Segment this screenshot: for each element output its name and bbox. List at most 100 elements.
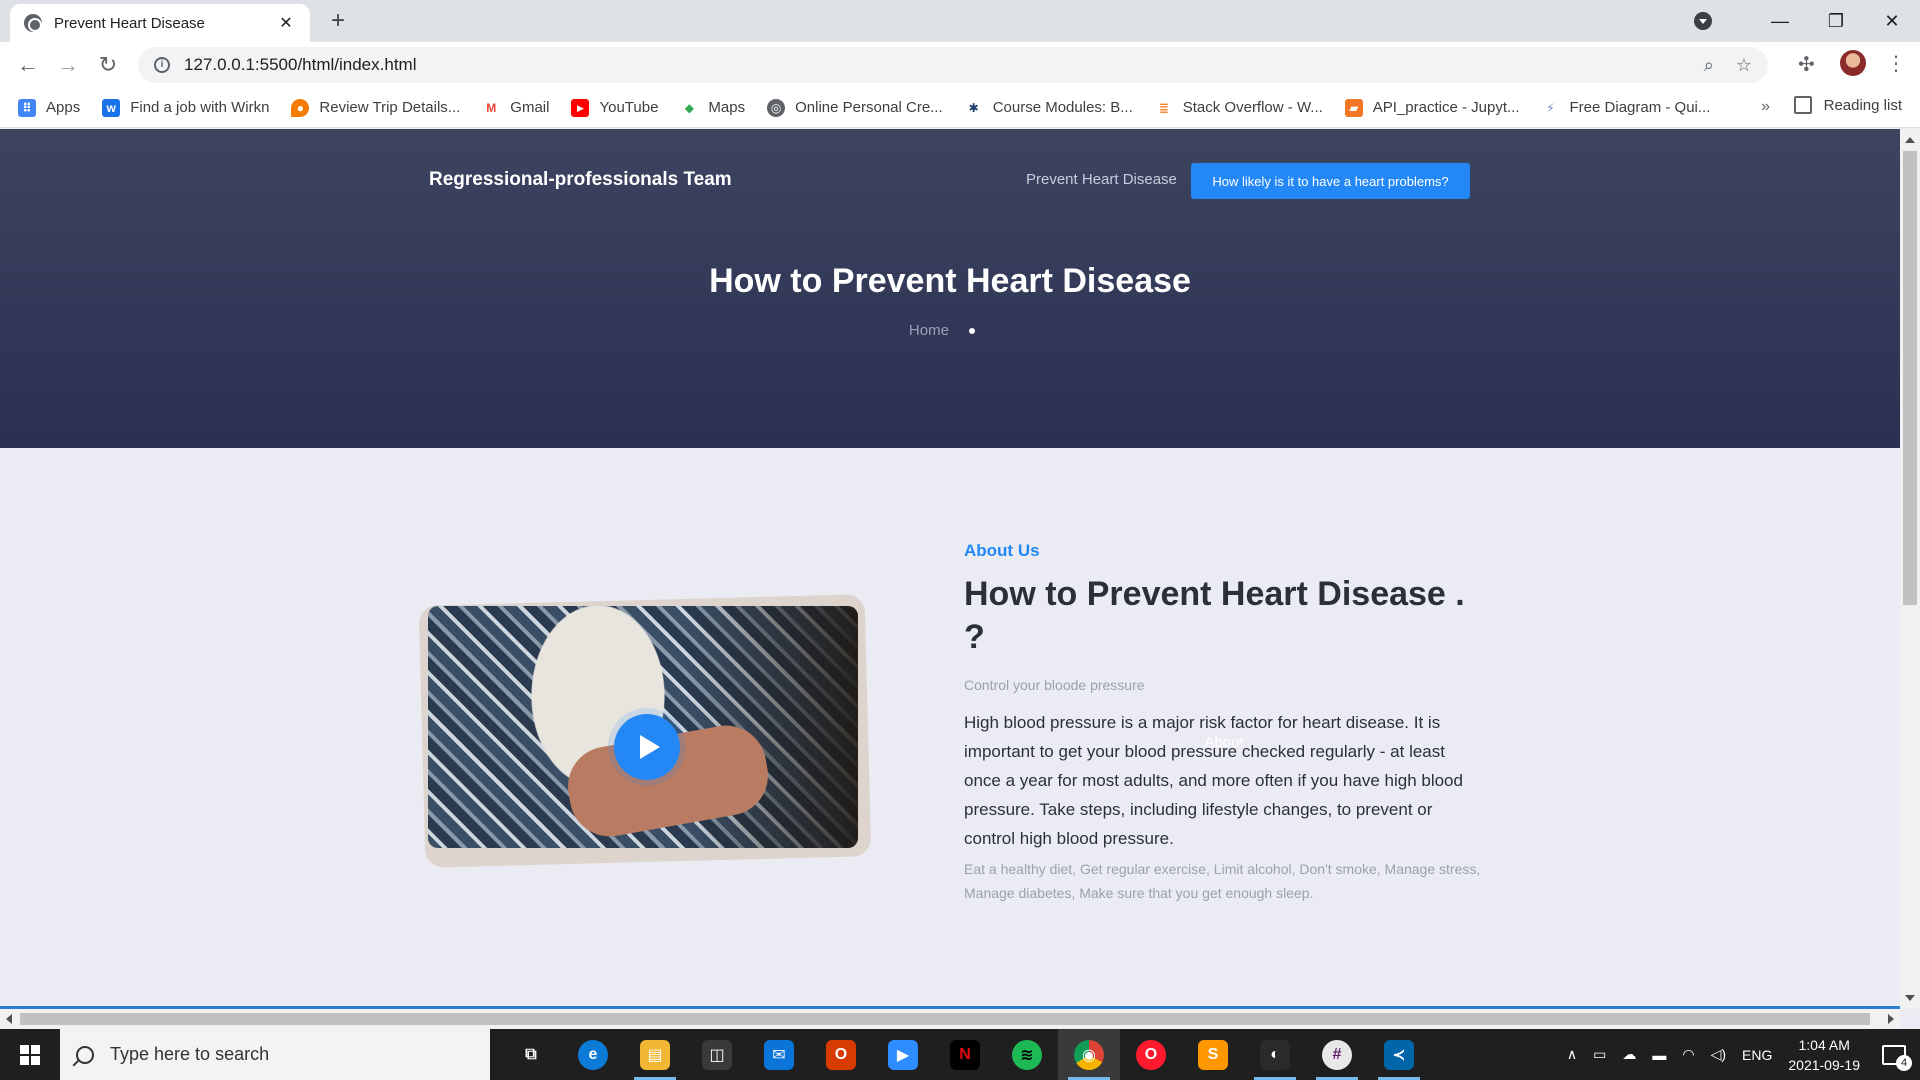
bookmark-item[interactable]: ◆ Maps bbox=[680, 98, 745, 117]
vertical-scrollbar[interactable] bbox=[1900, 129, 1920, 1009]
browser-tab[interactable]: Prevent Heart Disease ✕ bbox=[10, 4, 310, 42]
zoom-app[interactable]: ▶ bbox=[872, 1029, 934, 1080]
browser-tab-strip: Prevent Heart Disease ✕ + — ❐ ✕ bbox=[0, 0, 1920, 42]
windows-logo-icon bbox=[20, 1044, 40, 1065]
about-title: How to Prevent Heart Disease . ? bbox=[964, 575, 1465, 656]
nav-link-prevent[interactable]: Prevent Heart Disease bbox=[1026, 171, 1177, 188]
chrome-app[interactable]: ◉ bbox=[1058, 1029, 1120, 1080]
edge-app[interactable]: e bbox=[562, 1029, 624, 1080]
slack-icon: # bbox=[1322, 1039, 1352, 1070]
bookmark-star-icon[interactable]: ☆ bbox=[1736, 55, 1752, 76]
tab-search-icon[interactable] bbox=[1694, 12, 1712, 30]
spotify-app[interactable]: ≋ bbox=[996, 1029, 1058, 1080]
forward-arrow-icon[interactable]: → bbox=[48, 52, 88, 78]
course-icon: ✱ bbox=[964, 98, 983, 117]
site-info-icon[interactable]: i bbox=[154, 57, 170, 73]
bookmark-item[interactable]: M Gmail bbox=[482, 98, 549, 117]
new-tab-button[interactable]: + bbox=[325, 8, 351, 34]
store-app[interactable]: ◫ bbox=[686, 1029, 748, 1080]
clock-time: 1:04 AM bbox=[1798, 1036, 1850, 1053]
onedrive-cloud-icon[interactable]: ☁ bbox=[1622, 1046, 1636, 1063]
chevron-up-icon[interactable]: ∧ bbox=[1567, 1046, 1577, 1063]
battery-icon[interactable]: ▬ bbox=[1652, 1047, 1666, 1063]
opera-icon: O bbox=[1136, 1039, 1166, 1070]
bookmark-label: API_practice - Jupyt... bbox=[1372, 99, 1520, 116]
wirkn-icon: w bbox=[102, 98, 121, 117]
more-bookmarks-chevron-icon[interactable]: » bbox=[1761, 98, 1770, 116]
bookmark-item[interactable]: ▰ API_practice - Jupyt... bbox=[1344, 98, 1520, 117]
heart-chest-image bbox=[428, 606, 858, 848]
bookmark-item[interactable]: ● Review Trip Details... bbox=[291, 98, 461, 117]
clock-date: 2021-09-19 bbox=[1788, 1056, 1860, 1073]
scroll-thumb[interactable] bbox=[20, 1013, 1870, 1025]
taskbar-search[interactable]: Type here to search bbox=[60, 1029, 490, 1080]
hero-section: Regressional-professionals Team Prevent … bbox=[0, 129, 1900, 751]
reading-list-icon bbox=[1793, 96, 1812, 114]
vscode-app[interactable]: ≺ bbox=[1368, 1029, 1430, 1080]
apps-grid-icon: ⠿ bbox=[18, 98, 36, 117]
reading-list-button[interactable]: Reading list bbox=[1793, 96, 1902, 114]
address-bar[interactable]: i 127.0.0.1:5500/html/index.html ⌕ ☆ bbox=[138, 47, 1768, 83]
bookmark-label: Apps bbox=[46, 99, 81, 116]
play-video-button[interactable] bbox=[614, 714, 680, 780]
start-button[interactable] bbox=[0, 1029, 60, 1080]
scroll-down-arrow-icon[interactable] bbox=[1905, 995, 1915, 1001]
bookmark-item[interactable]: ≣ Stack Overflow - W... bbox=[1154, 98, 1323, 117]
stackoverflow-icon: ≣ bbox=[1154, 98, 1173, 117]
bookmark-item[interactable]: ▶ YouTube bbox=[571, 98, 658, 117]
bookmark-label: Online Personal Cre... bbox=[795, 99, 943, 116]
profile-avatar[interactable] bbox=[1840, 50, 1866, 76]
scroll-thumb[interactable] bbox=[1903, 151, 1917, 605]
wifi-icon[interactable]: ◠ bbox=[1682, 1046, 1694, 1063]
diagram-icon: ⚡ bbox=[1541, 98, 1560, 117]
alienware-app[interactable]: ◐ bbox=[1244, 1029, 1306, 1080]
bookmark-label: Stack Overflow - W... bbox=[1182, 99, 1323, 116]
file-explorer-app[interactable]: ▤ bbox=[624, 1029, 686, 1080]
slack-app[interactable]: # bbox=[1306, 1029, 1368, 1080]
breadcrumb-home[interactable]: Home bbox=[909, 322, 949, 339]
gmail-icon: M bbox=[482, 98, 501, 117]
site-brand[interactable]: Regressional-professionals Team bbox=[429, 169, 732, 191]
bookmark-item[interactable]: ⠿ Apps bbox=[18, 98, 81, 117]
scroll-right-arrow-icon[interactable] bbox=[1888, 1014, 1894, 1024]
notification-count: 4 bbox=[1896, 1054, 1912, 1071]
close-tab-icon[interactable]: ✕ bbox=[276, 13, 296, 33]
language-indicator[interactable]: ENG bbox=[1742, 1047, 1772, 1063]
bookmark-item[interactable]: ⚡ Free Diagram - Qui... bbox=[1541, 98, 1710, 117]
minimize-button[interactable]: — bbox=[1752, 11, 1808, 32]
restore-button[interactable]: ❐ bbox=[1808, 11, 1864, 32]
reload-icon[interactable]: ↻ bbox=[88, 52, 128, 78]
system-clock[interactable]: 1:04 AM 2021-09-19 bbox=[1788, 1035, 1860, 1075]
close-window-button[interactable]: ✕ bbox=[1864, 11, 1920, 32]
page-title: How to Prevent Heart Disease bbox=[709, 262, 1191, 300]
zoom-icon: ▶ bbox=[888, 1039, 918, 1070]
office-app[interactable]: O bbox=[810, 1029, 872, 1080]
task-view-button[interactable]: ⧉ bbox=[500, 1029, 562, 1080]
meet-now-icon[interactable]: ▭ bbox=[1593, 1046, 1606, 1063]
extensions-puzzle-icon[interactable]: ✣ bbox=[1798, 52, 1820, 76]
risk-check-button[interactable]: How likely is it to have a heart problem… bbox=[1191, 163, 1470, 199]
netflix-app[interactable]: N bbox=[934, 1029, 996, 1080]
horizontal-scrollbar[interactable] bbox=[0, 1009, 1900, 1029]
action-center-icon[interactable]: 4 bbox=[1882, 1044, 1912, 1071]
browser-menu-icon[interactable]: ⋮ bbox=[1886, 51, 1906, 76]
bookmark-item[interactable]: w Find a job with Wirkn bbox=[102, 98, 270, 117]
back-arrow-icon[interactable]: ← bbox=[8, 52, 48, 78]
maps-icon: ◆ bbox=[680, 98, 699, 117]
url-text[interactable]: 127.0.0.1:5500/html/index.html bbox=[184, 55, 1682, 75]
edge-icon: e bbox=[578, 1039, 608, 1070]
reading-list-label: Reading list bbox=[1823, 96, 1902, 114]
bookmarks-bar: ⠿ Apps w Find a job with Wirkn ● Review … bbox=[0, 88, 1920, 128]
scroll-up-arrow-icon[interactable] bbox=[1905, 137, 1915, 143]
bookmark-label: Find a job with Wirkn bbox=[130, 99, 270, 116]
bookmark-label: Review Trip Details... bbox=[319, 99, 461, 116]
sublime-app[interactable]: S bbox=[1182, 1029, 1244, 1080]
scroll-left-arrow-icon[interactable] bbox=[6, 1014, 12, 1024]
search-placeholder: Type here to search bbox=[110, 1044, 270, 1064]
bookmark-item[interactable]: ✱ Course Modules: B... bbox=[964, 98, 1133, 117]
zoom-icon[interactable]: ⌕ bbox=[1704, 55, 1714, 76]
opera-app[interactable]: O bbox=[1120, 1029, 1182, 1080]
volume-icon[interactable]: ◁) bbox=[1711, 1046, 1726, 1063]
mail-app[interactable]: ✉ bbox=[748, 1029, 810, 1080]
bookmark-item[interactable]: ◎ Online Personal Cre... bbox=[767, 98, 943, 117]
